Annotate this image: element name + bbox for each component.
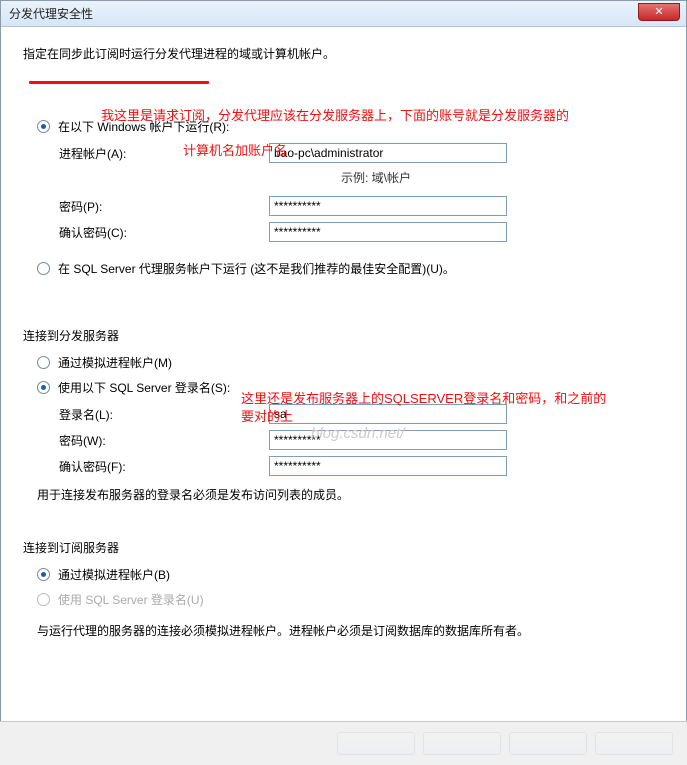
radio-row-sub-sqllogin: 使用 SQL Server 登录名(U): [37, 591, 664, 608]
dist-confirm-input[interactable]: [269, 456, 507, 476]
dialog-button-1[interactable]: [337, 732, 415, 755]
password-input[interactable]: [269, 196, 507, 216]
radio-label-dist-impersonate: 通过模拟进程帐户(M): [58, 354, 172, 371]
sub-note: 与运行代理的服务器的连接必须模拟进程帐户。进程帐户必须是订阅数据库的数据库所有者…: [37, 622, 664, 639]
annotation-1: 我这里是请求订阅，分发代理应该在分发服务器上，下面的账号就是分发服务器的: [101, 105, 569, 124]
radio-label-sub-impersonate: 通过模拟进程帐户(B): [58, 566, 170, 583]
radio-row-sqlagent[interactable]: 在 SQL Server 代理服务帐户下运行 (这不是我们推荐的最佳安全配置)(…: [37, 260, 664, 277]
dialog-content: 指定在同步此订阅时运行分发代理进程的域或计算机帐户。 我这里是请求订阅，分发代理…: [1, 27, 686, 720]
window-title: 分发代理安全性: [9, 5, 93, 22]
dialog-button-3[interactable]: [509, 732, 587, 755]
dialog-button-2[interactable]: [423, 732, 501, 755]
radio-label-sqlagent: 在 SQL Server 代理服务帐户下运行 (这不是我们推荐的最佳安全配置)(…: [58, 260, 455, 277]
radio-icon[interactable]: [37, 120, 50, 133]
radio-icon[interactable]: [37, 356, 50, 369]
radio-row-sub-impersonate[interactable]: 通过模拟进程帐户(B): [37, 566, 664, 583]
windows-account-fields: 进程帐户(A): 示例: 域\帐户 密码(P): 确认密码(C):: [59, 143, 664, 242]
annotation-3: 这里还是发布服务器上的SQLSERVER登录名和密码，和之前的 要对的上: [241, 390, 606, 426]
dist-confirm-label: 确认密码(F):: [59, 458, 269, 475]
section-title-subscriber: 连接到订阅服务器: [23, 539, 664, 556]
radio-label-sub-sqllogin: 使用 SQL Server 登录名(U): [58, 591, 204, 608]
intro-text: 指定在同步此订阅时运行分发代理进程的域或计算机帐户。: [23, 45, 664, 62]
radio-row-dist-impersonate[interactable]: 通过模拟进程帐户(M): [37, 354, 664, 371]
dist-password-label: 密码(W):: [59, 432, 269, 449]
annotation-underline: [29, 81, 209, 84]
confirm-password-input[interactable]: [269, 222, 507, 242]
annotation-3-line2: 要对的上: [241, 409, 293, 424]
radio-icon: [37, 593, 50, 606]
dist-note: 用于连接发布服务器的登录名必须是发布访问列表的成员。: [37, 486, 664, 503]
radio-label-dist-sqllogin: 使用以下 SQL Server 登录名(S):: [58, 379, 230, 396]
dialog-window: 分发代理安全性 ✕ 指定在同步此订阅时运行分发代理进程的域或计算机帐户。 我这里…: [0, 0, 687, 765]
radio-icon[interactable]: [37, 262, 50, 275]
radio-icon[interactable]: [37, 568, 50, 581]
titlebar: 分发代理安全性 ✕: [1, 1, 686, 27]
annotation-2: 计算机名加账户名: [183, 140, 287, 159]
login-label: 登录名(L):: [59, 406, 269, 423]
annotation-3-line1: 这里还是发布服务器上的SQLSERVER登录名和密码，和之前的: [241, 391, 606, 406]
dist-password-input[interactable]: [269, 430, 507, 450]
section-title-distributor: 连接到分发服务器: [23, 327, 664, 344]
dialog-button-bar: [0, 721, 687, 765]
confirm-password-label: 确认密码(C):: [59, 224, 269, 241]
process-account-input[interactable]: [269, 143, 507, 163]
dialog-button-4[interactable]: [595, 732, 673, 755]
password-label: 密码(P):: [59, 198, 269, 215]
close-button[interactable]: ✕: [638, 3, 680, 21]
example-text: 示例: 域\帐户: [341, 169, 664, 186]
radio-icon[interactable]: [37, 381, 50, 394]
